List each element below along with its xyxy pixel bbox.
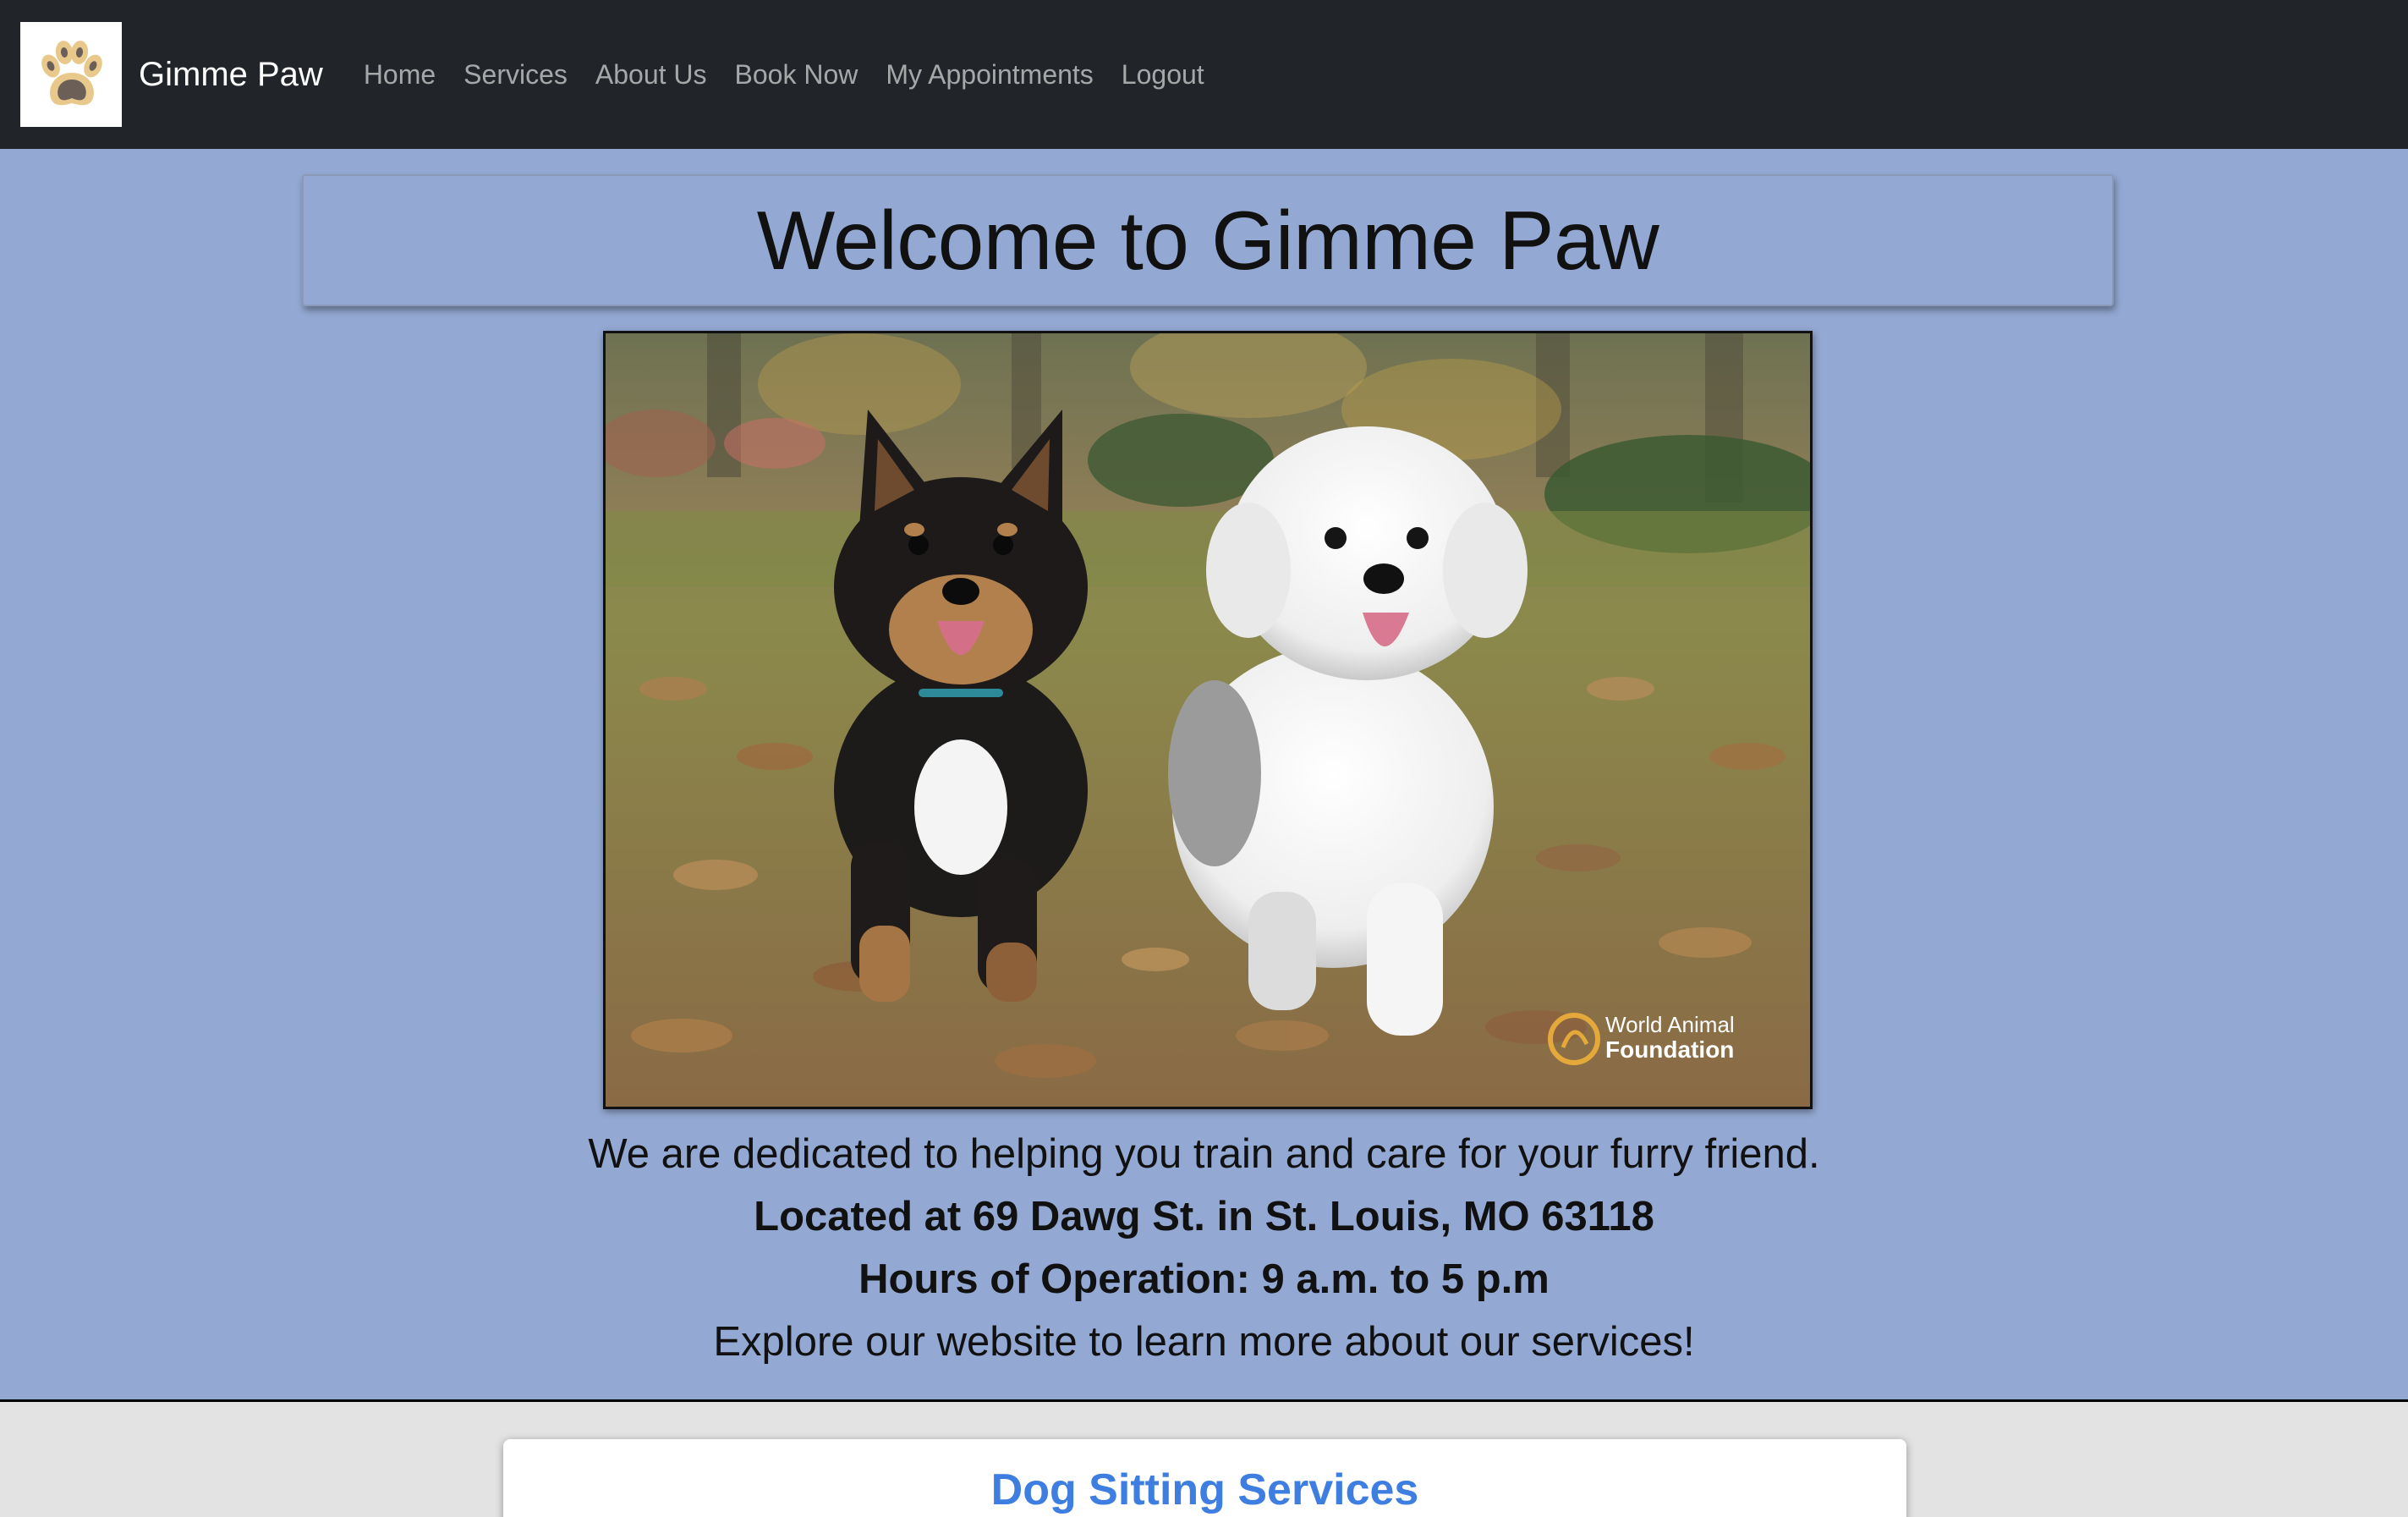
service-card-title: Dog Sitting Services [990,1465,1419,1514]
paw-icon [41,41,102,106]
tagline: We are dedicated to helping you train an… [588,1131,1820,1177]
address-line: Located at 69 Dawg St. in St. Louis, MO … [754,1194,1654,1239]
watermark-line1: World Animal [1605,1012,1735,1037]
nav-link-book-now[interactable]: Book Now [735,59,858,91]
hero-text: We are dedicated to helping you train an… [0,1123,2408,1373]
navbar: Gimme Paw Home Services About Us Book No… [0,0,2408,149]
nav-links: Home Services About Us Book Now My Appoi… [364,59,1232,91]
nav-link-home[interactable]: Home [364,59,436,91]
nav-link-logout[interactable]: Logout [1122,59,1204,91]
explore-line: Explore our website to learn more about … [713,1319,1695,1365]
page-title: Welcome to Gimme Paw [756,193,1659,287]
nav-link-my-appointments[interactable]: My Appointments [886,59,1093,91]
nav-link-services[interactable]: Services [463,59,568,91]
puppies-illustration: World Animal Foundation [606,333,1810,1107]
hero-image: World Animal Foundation [603,331,1813,1109]
brand-link[interactable]: Gimme Paw [20,22,323,127]
nav-link-about-us[interactable]: About Us [595,59,707,91]
brand-name: Gimme Paw [139,55,323,93]
logo [20,22,122,127]
welcome-card: Welcome to Gimme Paw [302,174,2114,306]
services-section: Dog Sitting Services [0,1399,2408,1517]
hero-section: Welcome to Gimme Paw World Animal Founda… [0,149,2408,1399]
service-card[interactable]: Dog Sitting Services [503,1439,1906,1517]
watermark-line2: Foundation [1605,1036,1734,1063]
hours-line: Hours of Operation: 9 a.m. to 5 p.m [858,1256,1550,1302]
